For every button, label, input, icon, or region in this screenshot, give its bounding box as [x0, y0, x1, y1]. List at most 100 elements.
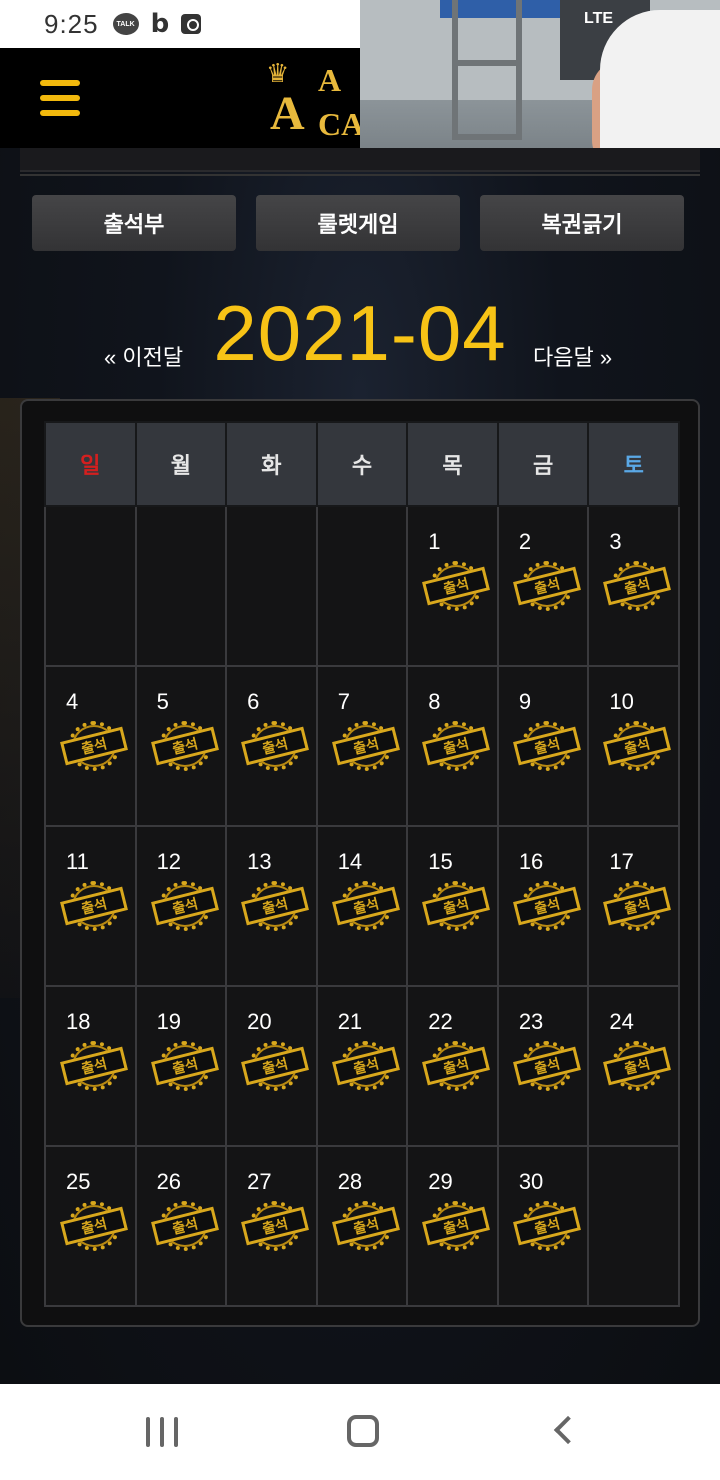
day-number: 28: [337, 1169, 363, 1194]
attendance-stamp-icon: 출석: [512, 561, 581, 611]
calendar-day-cell[interactable]: 29 출석: [406, 1145, 499, 1307]
calendar-day-cell[interactable]: 21 출석: [315, 985, 409, 1147]
attendance-stamp-icon: 출석: [150, 721, 219, 771]
calendar-day-cell[interactable]: 20 출석: [225, 985, 318, 1147]
stool-image: [452, 0, 522, 140]
calendar-day-cell[interactable]: 11 출석: [44, 825, 137, 987]
attendance-stamp-icon: 출석: [241, 1201, 310, 1251]
status-time: 9:25: [44, 8, 99, 39]
calendar-day-cell[interactable]: 1 출석: [406, 505, 499, 667]
calendar-day-cell[interactable]: 27 출석: [225, 1145, 318, 1307]
calendar-day-cell[interactable]: 28 출석: [315, 1145, 409, 1307]
attendance-stamp-icon: 출석: [512, 881, 581, 931]
attendance-stamp-icon: 출석: [60, 721, 128, 771]
calendar-week-row: 1 출석 2 출석 3 출석: [44, 505, 680, 667]
calendar-day-cell[interactable]: 17 출석: [587, 825, 680, 987]
home-icon[interactable]: [347, 1415, 379, 1447]
calendar-day-cell[interactable]: 19 출석: [134, 985, 228, 1147]
attendance-stamp-icon: 출석: [150, 1041, 219, 1091]
clock-notification-icon: [181, 14, 202, 34]
calendar-day-cell[interactable]: 4 출석: [44, 665, 137, 827]
logo-text-top: A: [318, 62, 342, 98]
top-strip: [20, 148, 700, 172]
attendance-stamp-icon: 출석: [422, 721, 491, 771]
calendar-day-cell[interactable]: 12 출석: [134, 825, 228, 987]
calendar-container: 일 월 화 수 목 금 토 1 출석 2 출석 3 출석 4 출석 5 출석 6 출석 7 출석 8 출석 9 출…: [20, 399, 700, 1327]
calendar-day-cell[interactable]: 3 출석: [587, 505, 680, 667]
day-number: 5: [156, 689, 169, 714]
day-number: 3: [609, 529, 622, 554]
day-number: 10: [609, 689, 634, 714]
calendar-day-cell[interactable]: 7 출석: [315, 665, 409, 827]
attendance-stamp-icon: 출석: [241, 1041, 310, 1091]
weekday-header: 일: [44, 421, 137, 507]
back-icon[interactable]: [553, 1415, 583, 1445]
calendar-day-cell[interactable]: 6 출석: [225, 665, 318, 827]
attendance-stamp-icon: 출석: [422, 881, 491, 931]
logo-text-bottom: CA: [318, 106, 365, 142]
month-navigation: 2021-04 « 이전달 다음달 »: [0, 288, 720, 378]
video-overlay[interactable]: LTE: [360, 0, 720, 152]
attendance-stamp-icon: 출석: [60, 881, 128, 931]
calendar-week-row: 18 출석 19 출석 20 출석 21 출석 22 출석 23 출석 24 출석: [44, 985, 680, 1147]
prev-month-link[interactable]: « 이전달: [104, 340, 183, 372]
logo-letter: A: [270, 87, 305, 140]
weekday-header: 금: [496, 421, 590, 507]
calendar-day-cell[interactable]: 24 출석: [587, 985, 680, 1147]
calendar-day-cell[interactable]: 23 출석: [496, 985, 590, 1147]
attendance-stamp-icon: 출석: [422, 1201, 491, 1251]
day-number: 26: [156, 1169, 182, 1194]
attendance-stamp-icon: 출석: [512, 721, 581, 771]
attendance-stamp-icon: 출석: [241, 881, 310, 931]
hamburger-menu-icon[interactable]: [40, 80, 80, 116]
network-indicator: LTE: [584, 10, 614, 27]
calendar-day-cell[interactable]: 16 출석: [496, 825, 590, 987]
calendar-day-cell[interactable]: 9 출석: [496, 665, 590, 827]
day-number: 21: [337, 1009, 363, 1034]
calendar-day-cell[interactable]: 26 출석: [134, 1145, 228, 1307]
day-number: 29: [428, 1169, 453, 1194]
attendance-stamp-icon: 출석: [60, 1041, 128, 1091]
calendar-week-row: 25 출석 26 출석 27 출석 28 출석 29 출석 30 출석: [44, 1145, 680, 1307]
day-number: 30: [518, 1169, 544, 1194]
day-number: 1: [428, 529, 441, 554]
crown-icon: ♛: [266, 58, 290, 88]
day-number: 25: [66, 1169, 91, 1194]
attendance-stamp-icon: 출석: [331, 881, 400, 931]
calendar-day-cell[interactable]: 8 출석: [406, 665, 499, 827]
calendar-empty-cell: [587, 1145, 680, 1307]
day-number: 4: [66, 689, 79, 714]
day-number: 7: [337, 689, 350, 714]
tab-roulette[interactable]: 룰렛게임: [256, 195, 460, 251]
calendar-day-cell[interactable]: 13 출석: [225, 825, 318, 987]
tab-attendance[interactable]: 출석부: [32, 195, 236, 251]
attendance-stamp-icon: 출석: [422, 561, 491, 611]
calendar-day-cell[interactable]: 10 출석: [587, 665, 680, 827]
weekday-header: 화: [225, 421, 318, 507]
recent-apps-icon[interactable]: [146, 1417, 178, 1447]
calendar-day-cell[interactable]: 14 출석: [315, 825, 409, 987]
tab-lottery[interactable]: 복권긁기: [480, 195, 684, 251]
weekday-header: 목: [406, 421, 499, 507]
calendar-day-cell[interactable]: 15 출석: [406, 825, 499, 987]
attendance-stamp-icon: 출석: [150, 1201, 219, 1251]
day-number: 19: [156, 1009, 182, 1034]
calendar-day-cell[interactable]: 2 출석: [496, 505, 590, 667]
day-number: 16: [518, 849, 544, 874]
calendar-day-cell[interactable]: 22 출석: [406, 985, 499, 1147]
day-number: 6: [247, 689, 260, 714]
day-number: 18: [66, 1009, 91, 1034]
day-number: 9: [518, 689, 532, 714]
day-number: 2: [518, 529, 532, 554]
main-content: 출석부 룰렛게임 복권긁기 2021-04 « 이전달 다음달 » 일 월 화 …: [0, 148, 720, 1384]
calendar-week-row: 11 출석 12 출석 13 출석 14 출석 15 출석 16 출석 17 출석: [44, 825, 680, 987]
b-app-icon: b: [150, 9, 170, 39]
calendar-day-cell[interactable]: 30 출석: [496, 1145, 590, 1307]
attendance-calendar: 일 월 화 수 목 금 토 1 출석 2 출석 3 출석 4 출석 5 출석 6 출석 7 출석 8 출석 9 출…: [44, 421, 680, 1307]
calendar-day-cell[interactable]: 25 출석: [44, 1145, 137, 1307]
day-number: 12: [156, 849, 182, 874]
calendar-day-cell[interactable]: 18 출석: [44, 985, 137, 1147]
status-icons: TALK b: [112, 9, 202, 39]
next-month-link[interactable]: 다음달 »: [533, 340, 612, 372]
calendar-day-cell[interactable]: 5 출석: [134, 665, 228, 827]
